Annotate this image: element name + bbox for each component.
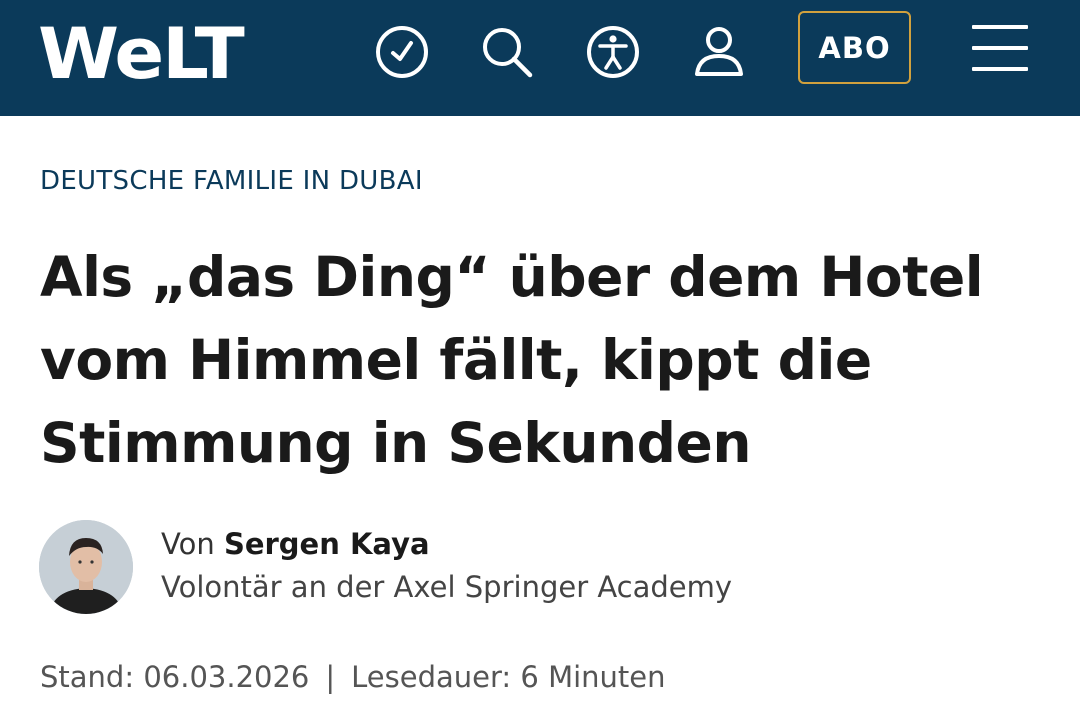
author-byline: Von Sergen Kaya: [161, 527, 430, 561]
menu-icon[interactable]: [972, 25, 1028, 71]
clock-check-icon[interactable]: [372, 22, 432, 82]
byline-prefix: Von: [161, 527, 215, 561]
menu-line: [972, 46, 1028, 50]
menu-line: [972, 25, 1028, 29]
reading-time: Lesedauer: 6 Minuten: [351, 660, 666, 694]
publish-date: Stand: 06.03.2026: [40, 660, 310, 694]
welt-logo[interactable]: WeLT: [38, 14, 245, 94]
author-name[interactable]: Sergen Kaya: [224, 527, 430, 561]
abo-subscribe-button[interactable]: ABO: [798, 11, 911, 84]
top-navigation-bar: WeLT ABO: [0, 0, 1080, 116]
author-avatar[interactable]: [39, 520, 133, 614]
article-meta: Stand: 06.03.2026 | Lesedauer: 6 Minuten: [40, 660, 666, 694]
article-headline: Als „das Ding“ über dem Hotel vom Himmel…: [40, 245, 984, 475]
accessibility-icon[interactable]: [583, 22, 643, 82]
menu-line: [972, 67, 1028, 71]
search-icon[interactable]: [477, 22, 537, 82]
article-kicker[interactable]: DEUTSCHE FAMILIE IN DUBAI: [40, 166, 423, 196]
author-role: Volontär an der Axel Springer Academy: [161, 570, 733, 604]
meta-separator: |: [325, 660, 336, 694]
user-icon[interactable]: [689, 22, 749, 82]
